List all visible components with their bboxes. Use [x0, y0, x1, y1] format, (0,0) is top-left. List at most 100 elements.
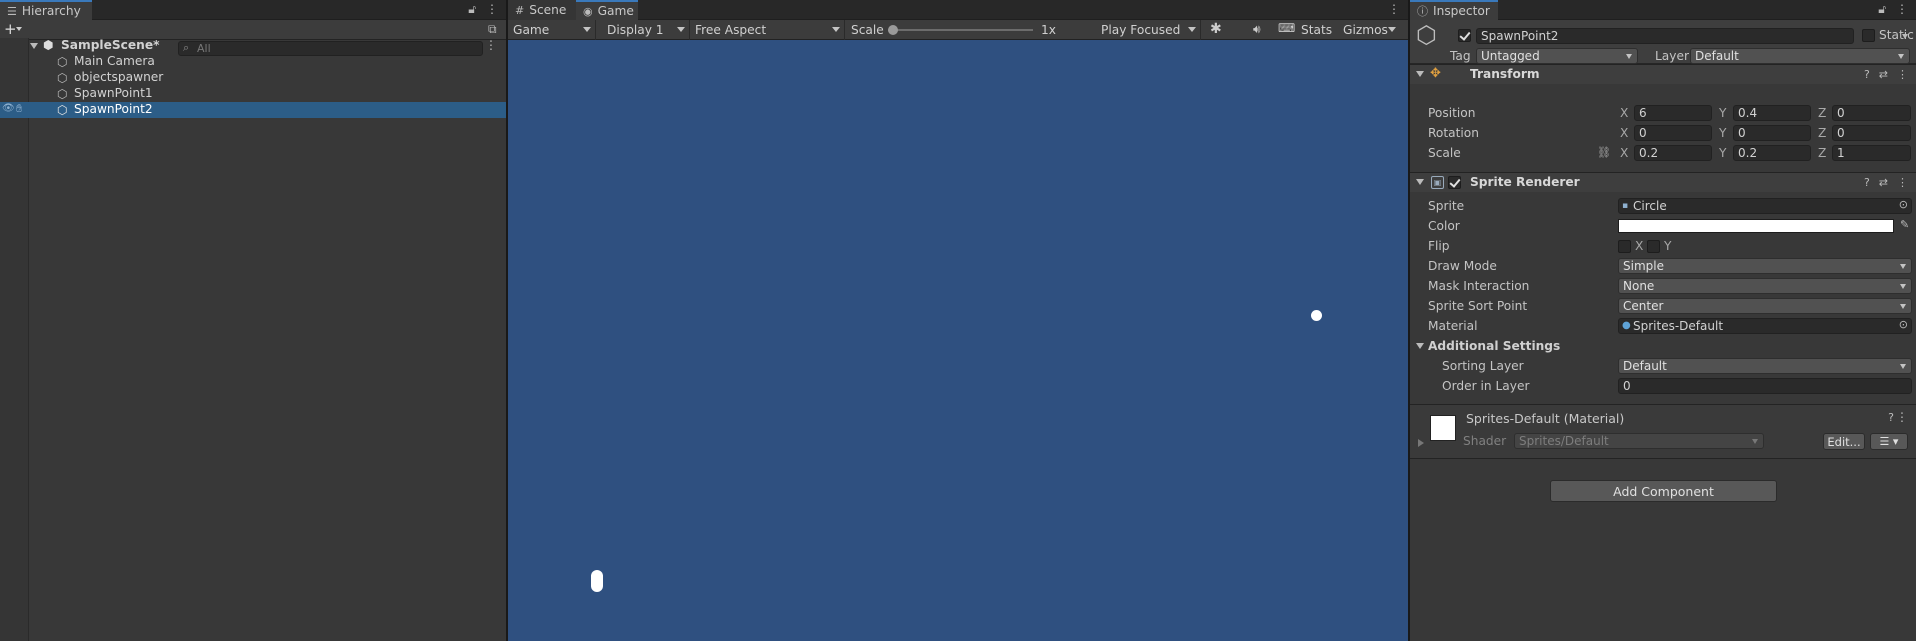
scene-row[interactable]: ⬢ SampleScene* ⋮	[0, 38, 506, 54]
layer-dropdown[interactable]: Default	[1690, 48, 1910, 64]
kebab-menu-icon[interactable]: ⋮	[1897, 176, 1908, 189]
mask-interaction-dropdown[interactable]: None	[1618, 278, 1912, 294]
kebab-menu-icon[interactable]: ⋮	[1896, 410, 1908, 424]
constrain-proportions-icon[interactable]: ⛓︎	[1597, 146, 1611, 159]
sprite-renderer-enabled-checkbox[interactable]	[1448, 176, 1461, 189]
scale-y-field[interactable]: 0.2	[1733, 145, 1811, 161]
hierarchy-item-spawnpoint2[interactable]: 👁︎ ✋︎ ⬡ SpawnPoint2	[0, 102, 506, 118]
scene-visibility-icon[interactable]: ⧉	[488, 22, 497, 37]
preset-icon[interactable]: ⇄	[1879, 176, 1888, 189]
stats-button[interactable]: Stats	[1301, 23, 1332, 37]
kebab-menu-icon[interactable]: ⋮	[1388, 2, 1400, 16]
sprite-field[interactable]: ▪ Circle ⊙	[1618, 198, 1912, 214]
audio-icon[interactable]: 🔊︎	[1253, 22, 1261, 37]
aspect-dropdown[interactable]: Free Aspect	[690, 20, 845, 40]
rotation-z-value: 0	[1837, 126, 1845, 140]
lock-icon[interactable]: 🔓︎	[1878, 2, 1886, 17]
game-panel: # Scene ◉ Game ⋮ Game Display 1 Free Asp…	[508, 0, 1408, 641]
kebab-menu-icon[interactable]: ⋮	[486, 2, 498, 17]
rotation-y-field[interactable]: 0	[1733, 125, 1811, 141]
axis-z-label: Z	[1818, 146, 1827, 160]
foldout-arrow-icon[interactable]	[1416, 179, 1424, 185]
bug-icon[interactable]: ✱	[1210, 21, 1222, 37]
flip-y-checkbox[interactable]	[1647, 240, 1660, 253]
position-label: Position	[1428, 106, 1476, 120]
active-checkbox[interactable]	[1458, 29, 1471, 42]
hierarchy-panel: ☰ Hierarchy 🔓︎ ⋮ + ⌕ All ⧉ ⬢ SampleScene…	[0, 0, 506, 641]
game-canvas[interactable]	[508, 40, 1408, 641]
kebab-menu-icon[interactable]: ⋮	[1897, 68, 1908, 81]
additional-settings-foldout[interactable]: Additional Settings	[1428, 339, 1560, 353]
draw-mode-dropdown[interactable]: Simple	[1618, 258, 1912, 274]
shader-value: Sprites/Default	[1519, 434, 1609, 448]
gameobject-icon: ⬡	[57, 71, 68, 85]
scale-slider[interactable]: Scale 1x	[846, 20, 1056, 40]
tab-hierarchy[interactable]: ☰ Hierarchy	[0, 0, 92, 20]
view-dropdown[interactable]: Game	[508, 20, 596, 40]
rotation-z-field[interactable]: 0	[1832, 125, 1911, 141]
shader-options-button[interactable]: ☰ ▾	[1870, 433, 1908, 450]
hierarchy-item-label: objectspawner	[74, 70, 164, 84]
help-icon[interactable]: ?	[1864, 176, 1870, 189]
unity-editor: ☰ Hierarchy 🔓︎ ⋮ + ⌕ All ⧉ ⬢ SampleScene…	[0, 0, 1916, 641]
scale-z-field[interactable]: 1	[1832, 145, 1911, 161]
transform-header[interactable]: ✥ Transform ? ⇄ ⋮	[1410, 64, 1916, 84]
grid-icon: #	[515, 3, 525, 17]
position-x-value: 6	[1639, 106, 1647, 120]
expand-arrow-icon[interactable]	[30, 43, 38, 49]
display-dropdown[interactable]: Display 1	[602, 20, 690, 40]
position-y-field[interactable]: 0.4	[1733, 105, 1811, 121]
sprite-renderer-icon: ▣	[1431, 176, 1444, 189]
keyboard-icon[interactable]: ⌨	[1278, 21, 1295, 35]
chevron-down-icon	[1900, 264, 1906, 269]
tab-inspector[interactable]: ⓘ Inspector	[1410, 0, 1498, 20]
shader-dropdown[interactable]: Sprites/Default	[1514, 433, 1764, 449]
sprite-renderer-header[interactable]: ▣ Sprite Renderer ? ⇄ ⋮	[1410, 172, 1916, 192]
flip-x-checkbox[interactable]	[1618, 240, 1631, 253]
foldout-arrow-icon[interactable]	[1416, 71, 1424, 77]
lock-icon[interactable]: 🔓︎	[468, 2, 476, 17]
chevron-down-icon[interactable]	[1902, 34, 1908, 39]
scale-x-field[interactable]: 0.2	[1634, 145, 1712, 161]
pick-hand-icon[interactable]: ✋︎	[16, 102, 22, 116]
position-x-field[interactable]: 6	[1634, 105, 1712, 121]
object-name-field[interactable]: SpawnPoint2	[1476, 28, 1854, 44]
add-component-button[interactable]: Add Component	[1550, 480, 1777, 502]
add-dropdown-icon[interactable]	[16, 27, 22, 31]
tab-game[interactable]: ◉ Game	[576, 0, 638, 20]
material-value: Sprites-Default	[1633, 319, 1724, 333]
gizmos-dropdown[interactable]: Gizmos	[1338, 20, 1400, 40]
object-picker-icon[interactable]: ⊙	[1899, 318, 1908, 332]
tab-scene[interactable]: # Scene	[508, 0, 576, 20]
rotation-x-field[interactable]: 0	[1634, 125, 1712, 141]
position-z-field[interactable]: 0	[1832, 105, 1911, 121]
hierarchy-item-spawnpoint1[interactable]: ⬡ SpawnPoint1	[0, 86, 506, 102]
play-mode-dropdown[interactable]: Play Focused	[1096, 20, 1201, 40]
tag-label: Tag	[1450, 49, 1471, 63]
sprite-sort-point-dropdown[interactable]: Center	[1618, 298, 1912, 314]
layer-label: Layer	[1655, 49, 1689, 63]
foldout-arrow-icon[interactable]	[1418, 439, 1424, 447]
color-swatch[interactable]	[1618, 219, 1894, 233]
hierarchy-item-objectspawner[interactable]: ⬡ objectspawner	[0, 70, 506, 86]
preset-icon[interactable]: ⇄	[1879, 68, 1888, 81]
hierarchy-item-main-camera[interactable]: ⬡ Main Camera	[0, 54, 506, 70]
foldout-arrow-icon[interactable]	[1416, 343, 1424, 349]
sorting-layer-dropdown[interactable]: Default	[1618, 358, 1912, 374]
edit-shader-button[interactable]: Edit...	[1823, 433, 1865, 450]
kebab-menu-icon[interactable]: ⋮	[1896, 2, 1908, 17]
sprite-value: Circle	[1633, 199, 1667, 213]
scene-menu-icon[interactable]: ⋮	[485, 38, 497, 52]
add-icon[interactable]: +	[4, 20, 17, 38]
order-in-layer-field[interactable]: 0	[1618, 378, 1912, 394]
static-checkbox[interactable]	[1862, 29, 1875, 42]
help-icon[interactable]: ?	[1864, 68, 1870, 81]
eye-icon[interactable]: 👁︎	[2, 103, 15, 114]
chevron-down-icon	[1900, 304, 1906, 309]
material-field[interactable]: ● Sprites-Default ⊙	[1618, 318, 1912, 334]
help-icon[interactable]: ?	[1888, 411, 1894, 424]
scale-handle[interactable]	[888, 25, 898, 35]
eyedropper-icon[interactable]: ✎	[1900, 218, 1909, 231]
tag-dropdown[interactable]: Untagged	[1476, 48, 1638, 64]
object-picker-icon[interactable]: ⊙	[1899, 198, 1908, 212]
